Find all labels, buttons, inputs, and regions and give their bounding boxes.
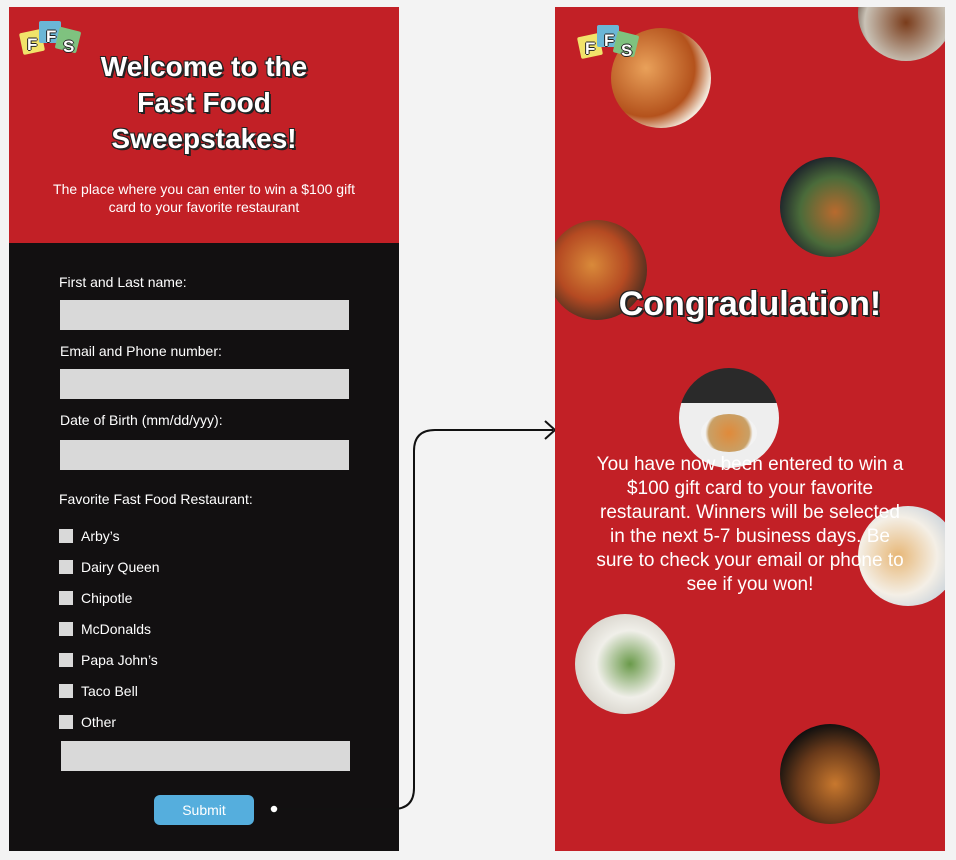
page-title: Welcome to the Fast Food Sweepstakes! bbox=[100, 51, 308, 154]
name-field[interactable] bbox=[60, 300, 349, 330]
page-subtitle: The place where you can enter to win a $… bbox=[53, 181, 355, 215]
checkbox[interactable] bbox=[59, 560, 73, 574]
sushi-image bbox=[575, 614, 675, 714]
checkbox[interactable] bbox=[59, 653, 73, 667]
checkbox[interactable] bbox=[59, 684, 73, 698]
steak-plate-image bbox=[858, 7, 945, 61]
option-papa-johns[interactable]: Papa John’s bbox=[59, 651, 158, 669]
option-other[interactable]: Other bbox=[59, 713, 116, 731]
checkbox[interactable] bbox=[59, 529, 73, 543]
welcome-header: F F S Welcome to the Fast Food Sweepstak… bbox=[9, 7, 399, 243]
confirmation-title: Congradulation! bbox=[618, 285, 882, 323]
checkbox[interactable] bbox=[59, 622, 73, 636]
sweepstakes-form-screen: F F S Welcome to the Fast Food Sweepstak… bbox=[9, 7, 399, 851]
other-restaurant-field[interactable] bbox=[61, 741, 350, 771]
dob-field[interactable] bbox=[60, 440, 349, 470]
option-chipotle[interactable]: Chipotle bbox=[59, 589, 132, 607]
contact-label: Email and Phone number: bbox=[60, 343, 222, 359]
checkbox[interactable] bbox=[59, 715, 73, 729]
confirmation-screen: F F S Congradulation! You have now been … bbox=[555, 7, 945, 851]
submit-button[interactable]: Submit bbox=[154, 795, 254, 825]
name-label: First and Last name: bbox=[59, 274, 187, 290]
fried-chicken-tenders-image bbox=[780, 157, 880, 257]
checkbox[interactable] bbox=[59, 591, 73, 605]
option-taco-bell[interactable]: Taco Bell bbox=[59, 682, 138, 700]
ffs-logo: F F S bbox=[576, 25, 640, 65]
option-dairy-queen[interactable]: Dairy Queen bbox=[59, 558, 160, 576]
option-mcdonalds[interactable]: McDonalds bbox=[59, 620, 151, 638]
option-arbys[interactable]: Arby’s bbox=[59, 527, 120, 545]
restaurant-label: Favorite Fast Food Restaurant: bbox=[59, 491, 253, 507]
contact-field[interactable] bbox=[60, 369, 349, 399]
confirmation-message: You have now been entered to win a $100 … bbox=[596, 454, 904, 595]
dob-label: Date of Birth (mm/dd/yyy): bbox=[60, 412, 223, 428]
burger-and-fries-image bbox=[780, 724, 880, 824]
